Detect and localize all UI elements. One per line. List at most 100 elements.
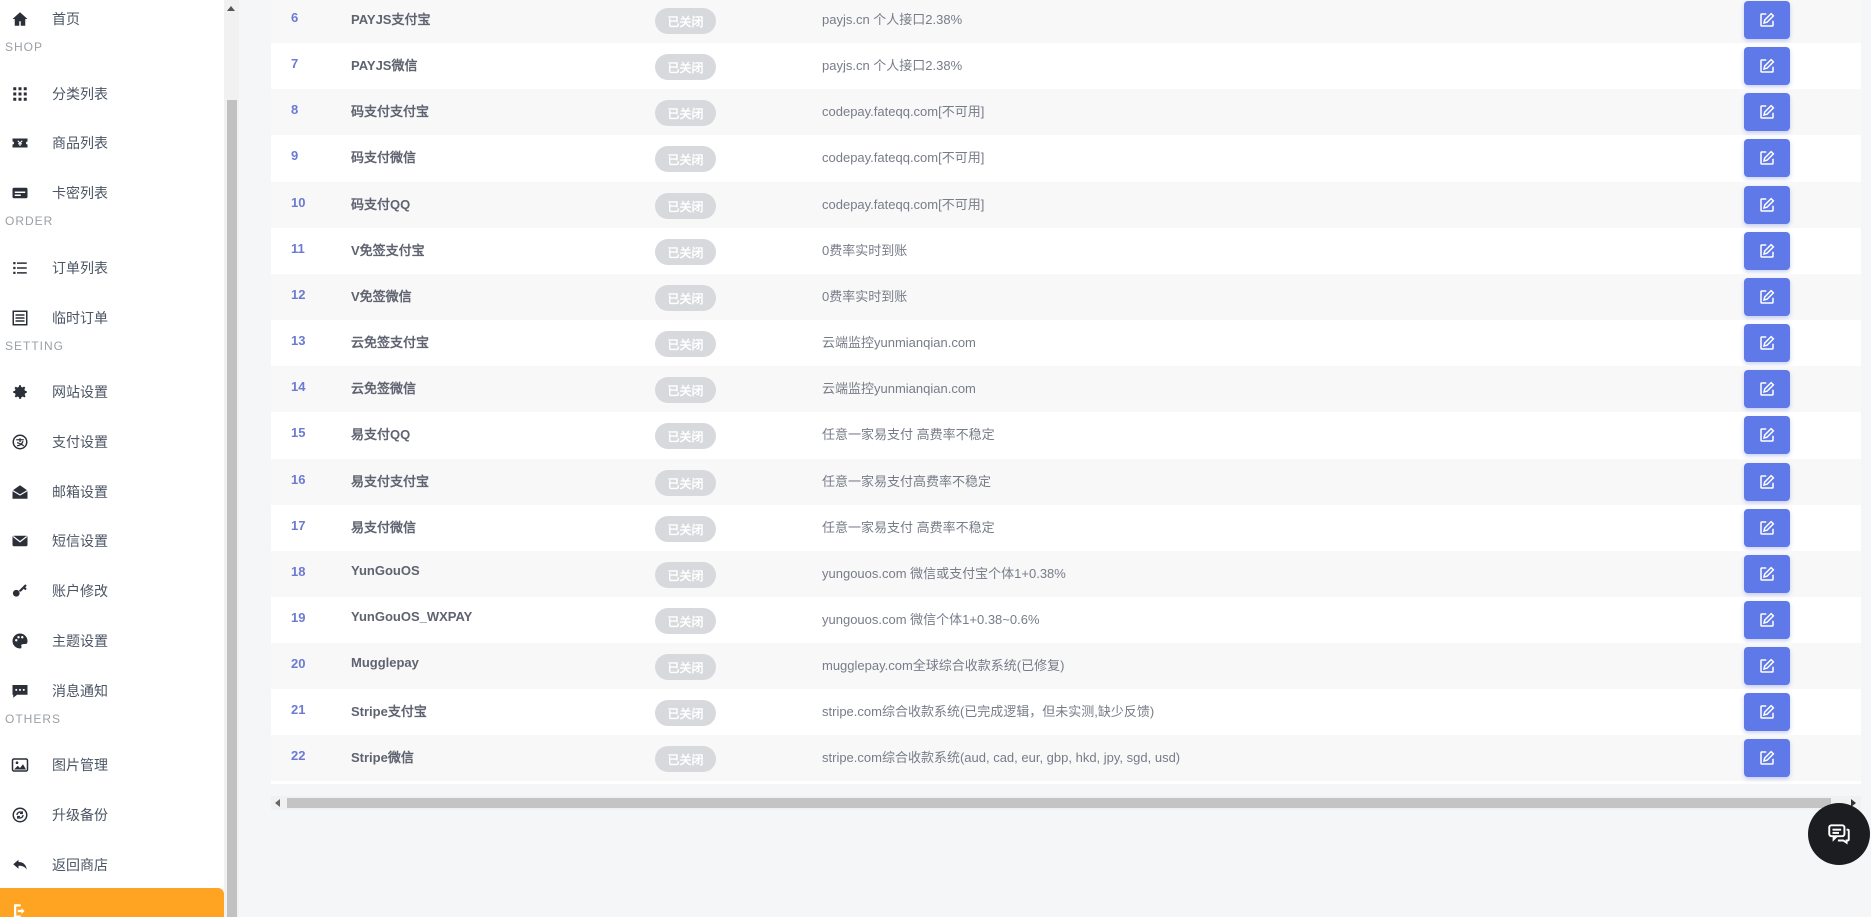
row-id: 21 [291, 702, 306, 717]
table-hscroll-thumb[interactable] [287, 798, 1831, 808]
row-id: 9 [291, 148, 299, 163]
sidebar-item-label: 分类列表 [52, 86, 108, 102]
edit-button[interactable] [1744, 647, 1790, 685]
sidebar-item-back-shop[interactable]: 返回商店 [0, 847, 224, 883]
sidebar-scrollbar-thumb[interactable] [227, 100, 237, 917]
sidebar-item-orders[interactable]: 订单列表 [0, 250, 224, 286]
gear-icon [10, 383, 30, 401]
sidebar-item-site-settings[interactable]: 网站设置 [0, 374, 224, 410]
row-id: 16 [291, 472, 306, 487]
status-badge: 已关闭 [655, 193, 716, 219]
edit-button[interactable] [1744, 1, 1790, 39]
edit-button[interactable] [1744, 232, 1790, 270]
row-id: 8 [291, 102, 299, 117]
edit-button[interactable] [1744, 47, 1790, 85]
row-id: 7 [291, 56, 299, 71]
sidebar-item-label: 消息通知 [52, 683, 108, 699]
table-row: 22 Stripe微信 已关闭 stripe.com综合收款系统(aud, cad, … [271, 735, 1861, 781]
status-badge: 已关闭 [655, 331, 716, 357]
row-payment-name: 码支付支付宝 [351, 104, 430, 119]
edit-button[interactable] [1744, 416, 1790, 454]
sidebar-item-theme[interactable]: 主题设置 [0, 623, 224, 659]
edit-button[interactable] [1744, 139, 1790, 177]
envelope-open-icon [10, 483, 30, 501]
edit-button[interactable] [1744, 370, 1790, 408]
table-row: 9 码支付微信 已关闭 codepay.fateqq.com[不可用] [271, 135, 1861, 181]
sidebar-item-label: 订单列表 [52, 260, 108, 276]
chat-fab-button[interactable] [1808, 803, 1870, 865]
table-row: 15 易支付QQ 已关闭 任意一家易支付 高费率不稳定 [271, 412, 1861, 458]
status-badge: 已关闭 [655, 377, 716, 403]
table-hscroll-left-arrow[interactable] [275, 799, 280, 807]
status-badge: 已关闭 [655, 146, 716, 172]
edit-icon [1760, 289, 1775, 304]
row-id: 10 [291, 195, 306, 210]
edit-button[interactable] [1744, 509, 1790, 547]
sidebar-scroll-up-arrow[interactable] [227, 6, 235, 11]
edit-icon [1760, 58, 1775, 73]
edit-button[interactable] [1744, 93, 1790, 131]
sidebar-section-others: OTHERS [5, 712, 62, 726]
edit-icon [1760, 658, 1775, 673]
sidebar-item-images[interactable]: 图片管理 [0, 747, 224, 783]
edit-icon [1760, 12, 1775, 27]
row-payment-name: Stripe支付宝 [351, 704, 427, 719]
sidebar-item-cards[interactable]: 卡密列表 [0, 175, 224, 211]
edit-button[interactable] [1744, 324, 1790, 362]
row-id: 18 [291, 564, 306, 579]
palette-icon [10, 632, 30, 650]
row-payment-name: 码支付QQ [351, 197, 411, 212]
sidebar-item-sms-settings[interactable]: 短信设置 [0, 523, 224, 559]
edit-button[interactable] [1744, 186, 1790, 224]
sidebar-item-label: 图片管理 [52, 757, 108, 773]
edit-icon [1760, 243, 1775, 258]
edit-button[interactable] [1744, 693, 1790, 731]
sync-icon [10, 806, 30, 824]
sidebar-section-shop: SHOP [5, 40, 44, 54]
edit-button[interactable] [1744, 555, 1790, 593]
sidebar-item-label: 返回商店 [52, 857, 108, 873]
edit-button[interactable] [1744, 601, 1790, 639]
edit-button[interactable] [1744, 739, 1790, 777]
envelope-icon [10, 532, 30, 550]
sidebar-item-mail-settings[interactable]: 邮箱设置 [0, 474, 224, 510]
row-payment-name: 易支付支付宝 [351, 474, 430, 489]
ticket-icon [10, 134, 30, 152]
sidebar-item-home[interactable]: 首页 [0, 1, 224, 37]
reply-icon [10, 856, 30, 874]
row-id: 22 [291, 748, 306, 763]
sidebar-item-logout[interactable] [0, 888, 224, 917]
row-description: 0费率实时到账 [822, 289, 908, 304]
sidebar-item-notify[interactable]: 消息通知 [0, 673, 224, 709]
table-row: 18 YunGouOS 已关闭 yungouos.com 微信或支付宝个体1+0.38… [271, 551, 1861, 597]
sidebar-item-account[interactable]: 账户修改 [0, 573, 224, 609]
table-row: 16 易支付支付宝 已关闭 任意一家易支付高费率不稳定 [271, 459, 1861, 505]
row-description: payjs.cn 个人接口2.38% [822, 12, 963, 27]
row-payment-name: YunGouOS [351, 563, 420, 578]
row-payment-name: PAYJS支付宝 [351, 12, 431, 27]
edit-icon [1760, 612, 1775, 627]
edit-icon [1760, 474, 1775, 489]
key-icon [10, 582, 30, 600]
status-badge: 已关闭 [655, 100, 716, 126]
sidebar-item-upgrade[interactable]: 升级备份 [0, 797, 224, 833]
row-description: stripe.com综合收款系统(aud, cad, eur, gbp, hkd… [822, 750, 1181, 765]
edit-button[interactable] [1744, 278, 1790, 316]
row-description: mugglepay.com全球综合收款系统(已修复) [822, 658, 1065, 673]
row-description: payjs.cn 个人接口2.38% [822, 58, 963, 73]
sidebar-item-category[interactable]: 分类列表 [0, 76, 224, 112]
sidebar-item-pay-settings[interactable]: 支付设置 [0, 424, 224, 460]
list-icon [10, 259, 30, 277]
edit-icon [1760, 704, 1775, 719]
row-description: codepay.fateqq.com[不可用] [822, 150, 985, 165]
edit-button[interactable] [1744, 463, 1790, 501]
row-id: 15 [291, 425, 306, 440]
status-badge: 已关闭 [655, 654, 716, 680]
comment-dots-icon [10, 682, 30, 700]
row-id: 14 [291, 379, 306, 394]
row-payment-name: V免签支付宝 [351, 243, 425, 258]
table-row: 12 V免签微信 已关闭 0费率实时到账 [271, 274, 1861, 320]
edit-icon [1760, 381, 1775, 396]
sidebar-item-goods[interactable]: 商品列表 [0, 125, 224, 161]
sidebar-item-temp-orders[interactable]: 临时订单 [0, 300, 224, 336]
